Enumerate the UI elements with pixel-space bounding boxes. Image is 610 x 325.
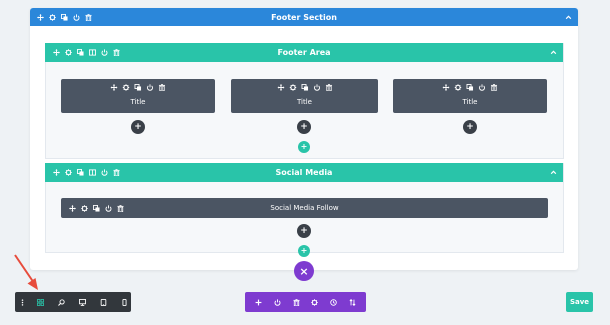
save-button[interactable]: Save bbox=[566, 292, 593, 312]
module-title-3[interactable]: Title bbox=[393, 79, 547, 113]
power-icon[interactable] bbox=[147, 84, 154, 91]
more-options-icon[interactable] bbox=[19, 299, 26, 306]
module-title-2[interactable]: Title bbox=[231, 79, 378, 113]
row-title: Social Media bbox=[275, 168, 333, 177]
duplicate-icon[interactable] bbox=[301, 84, 308, 91]
desktop-view-icon[interactable] bbox=[79, 299, 86, 306]
add-row-button[interactable]: + bbox=[298, 141, 310, 153]
section-title: Footer Section bbox=[271, 12, 337, 22]
chevron-up-icon[interactable] bbox=[550, 43, 557, 62]
section-header-bar[interactable]: Footer Section bbox=[30, 8, 578, 26]
move-icon[interactable] bbox=[277, 84, 284, 91]
add-module-button[interactable]: + bbox=[297, 120, 311, 134]
row-title: Footer Area bbox=[277, 48, 331, 57]
module-social-media-follow[interactable]: Social Media Follow bbox=[61, 198, 548, 218]
view-toolbar bbox=[15, 292, 131, 312]
row-header-bar[interactable]: Footer Area bbox=[45, 43, 563, 62]
trash-icon[interactable] bbox=[293, 299, 300, 306]
add-row-button[interactable]: + bbox=[298, 245, 310, 257]
duplicate-icon[interactable] bbox=[135, 84, 142, 91]
module-title: Title bbox=[130, 98, 146, 106]
wireframe-view-icon[interactable] bbox=[37, 299, 44, 306]
add-icon[interactable] bbox=[255, 299, 262, 306]
builder-toolbar bbox=[245, 292, 366, 312]
power-icon[interactable] bbox=[313, 84, 320, 91]
chevron-up-icon[interactable] bbox=[565, 8, 572, 26]
power-icon[interactable] bbox=[479, 84, 486, 91]
gear-icon[interactable] bbox=[289, 84, 296, 91]
tablet-view-icon[interactable] bbox=[100, 299, 107, 306]
gear-icon[interactable] bbox=[455, 84, 462, 91]
gear-icon[interactable] bbox=[123, 84, 130, 91]
module-title: Title bbox=[296, 98, 312, 106]
module-title-1[interactable]: Title bbox=[61, 79, 215, 113]
duplicate-icon[interactable] bbox=[467, 84, 474, 91]
move-icon[interactable] bbox=[111, 84, 118, 91]
trash-icon[interactable] bbox=[325, 84, 332, 91]
move-icon[interactable] bbox=[443, 84, 450, 91]
close-builder-button[interactable]: × bbox=[294, 261, 314, 281]
module-title: Social Media Follow bbox=[270, 204, 339, 212]
trash-icon[interactable] bbox=[159, 84, 166, 91]
sort-icon[interactable] bbox=[349, 299, 356, 306]
chevron-up-icon[interactable] bbox=[550, 163, 557, 182]
annotation-arrow-icon bbox=[14, 254, 38, 290]
zoom-icon[interactable] bbox=[58, 299, 65, 306]
power-icon[interactable] bbox=[274, 299, 281, 306]
add-module-button[interactable]: + bbox=[131, 120, 145, 134]
add-module-button[interactable]: + bbox=[297, 224, 311, 238]
trash-icon[interactable] bbox=[491, 84, 498, 91]
phone-view-icon[interactable] bbox=[121, 299, 128, 306]
row-header-bar[interactable]: Social Media bbox=[45, 163, 563, 182]
history-icon[interactable] bbox=[330, 299, 337, 306]
gear-icon[interactable] bbox=[311, 299, 318, 306]
module-title: Title bbox=[462, 98, 478, 106]
add-module-button[interactable]: + bbox=[463, 120, 477, 134]
